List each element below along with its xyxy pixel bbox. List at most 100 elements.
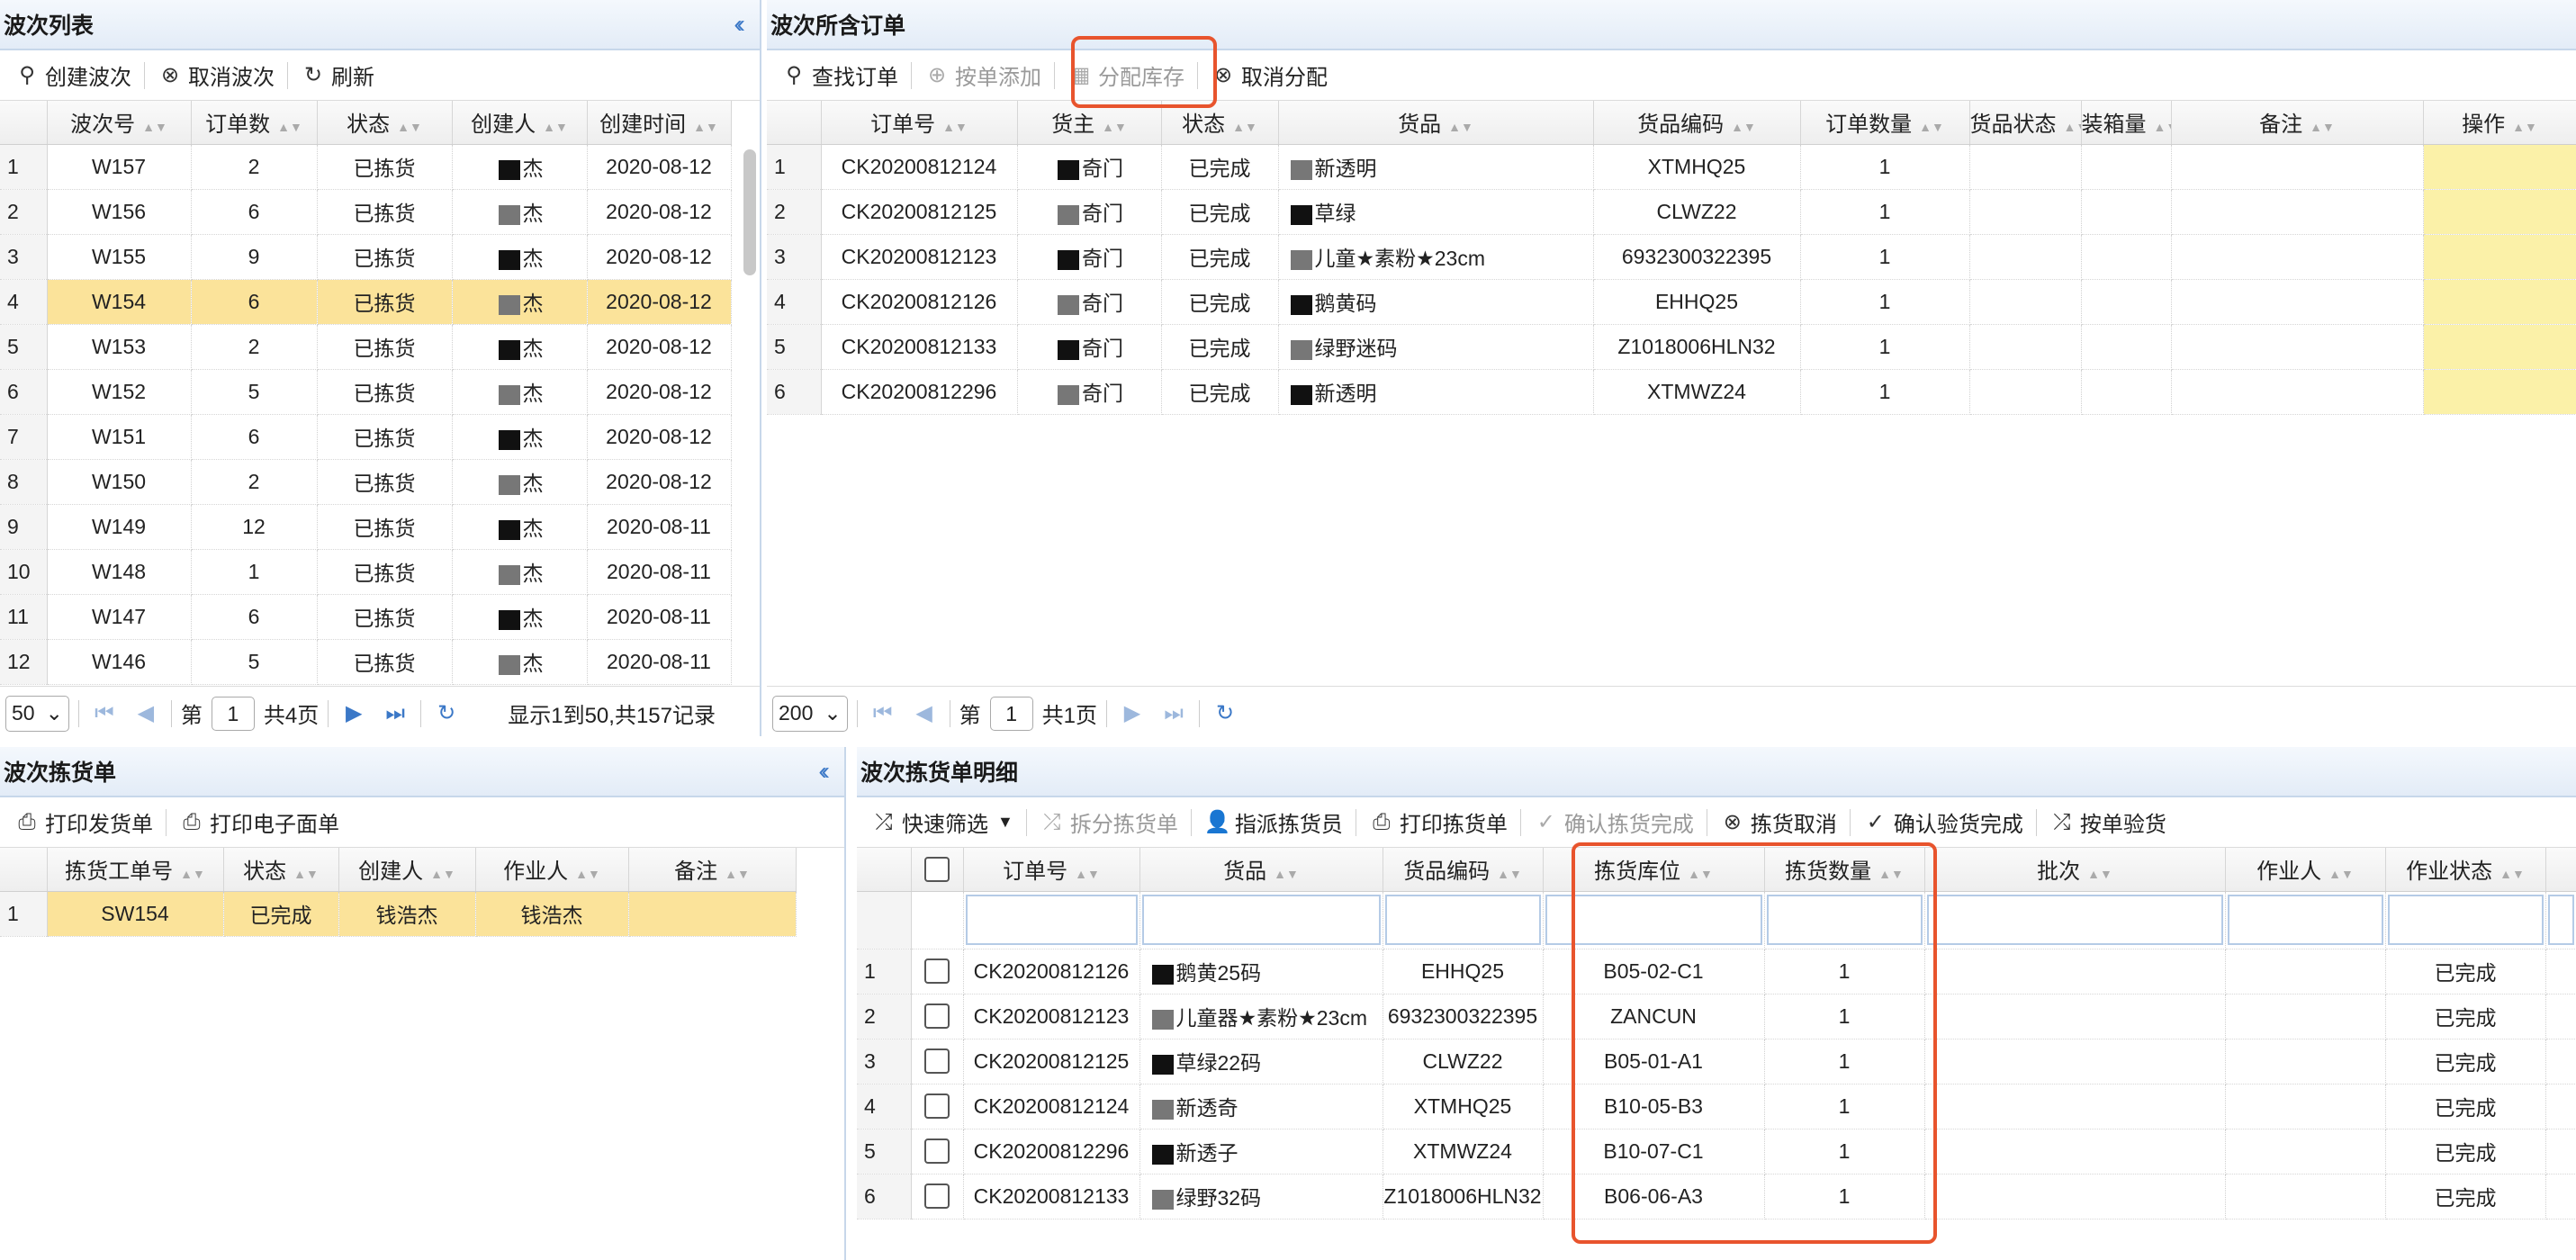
table-cell[interactable] bbox=[2423, 369, 2576, 415]
next-page-icon[interactable]: ▶ bbox=[338, 700, 370, 726]
filter-input[interactable] bbox=[1141, 895, 1381, 945]
column-header[interactable]: 备注 ▲▼ bbox=[628, 848, 797, 892]
table-row[interactable]: 8 W150 2 已拣货 杰 2020-08-12 bbox=[0, 459, 732, 505]
check-by-order-button[interactable]: ⤮ 按单验货 bbox=[2040, 802, 2175, 843]
prev-page-icon[interactable]: ◀ bbox=[130, 700, 162, 726]
filter-input[interactable] bbox=[965, 895, 1138, 945]
row-checkbox[interactable] bbox=[924, 958, 950, 985]
table-row[interactable]: 2 CK20200812125 奇门 已完成 草绿 CLWZ22 1 bbox=[767, 189, 2576, 235]
table-row[interactable]: 2 CK20200812123 儿童器★素粉★23cm 6932300322395 ZA… bbox=[857, 994, 2576, 1040]
filter-input[interactable] bbox=[2227, 895, 2383, 945]
column-header[interactable]: 创建人 ▲▼ bbox=[452, 101, 588, 145]
select-all-header[interactable] bbox=[911, 848, 964, 892]
table-row[interactable]: 12 W146 5 已拣货 杰 2020-08-11 bbox=[0, 639, 732, 685]
table-row[interactable]: 9 W149 12 已拣货 杰 2020-08-11 bbox=[0, 504, 732, 550]
print-pick-button[interactable]: ⎙ 打印拣货单 bbox=[1360, 802, 1517, 843]
filter-input[interactable] bbox=[1926, 895, 2223, 945]
assign-picker-button[interactable]: 👤 指派拣货员 bbox=[1195, 802, 1352, 843]
table-row[interactable]: 2 W156 6 已拣货 杰 2020-08-12 bbox=[0, 189, 732, 235]
page-number-input[interactable]: 1 bbox=[211, 696, 255, 731]
column-header[interactable]: 拣货数量 ▲▼ bbox=[1764, 848, 1925, 892]
column-header[interactable]: 状态 ▲▼ bbox=[1161, 101, 1279, 145]
table-cell[interactable] bbox=[2423, 324, 2576, 370]
last-page-icon[interactable]: ⏭ bbox=[379, 701, 411, 726]
column-header[interactable]: 备注 ▲▼ bbox=[2171, 101, 2424, 145]
column-header[interactable]: 创建时间 ▲▼ bbox=[587, 101, 732, 145]
filter-input[interactable] bbox=[2387, 895, 2544, 945]
filter-input[interactable] bbox=[1545, 895, 1762, 945]
quick-filter-button[interactable]: ⤮ 快速筛选 ▼ bbox=[862, 802, 1022, 843]
reload-icon[interactable]: ↻ bbox=[1209, 700, 1241, 726]
table-row[interactable]: 1 SW154 已完成 钱浩杰 钱浩杰 bbox=[0, 891, 797, 937]
table-cell[interactable] bbox=[2423, 144, 2576, 190]
table-row[interactable]: 3 CK20200812123 奇门 已完成 儿童★素粉★23cm 69323003223… bbox=[767, 234, 2576, 280]
row-checkbox[interactable] bbox=[924, 1094, 950, 1120]
column-header[interactable]: 作业人 ▲▼ bbox=[2225, 848, 2386, 892]
confirm-pick-button[interactable]: ✓ 确认拣货完成 bbox=[1525, 802, 1703, 843]
vertical-scrollbar[interactable] bbox=[743, 149, 756, 275]
column-header[interactable]: 订单号 ▲▼ bbox=[821, 101, 1018, 145]
column-header[interactable]: 货品 ▲▼ bbox=[1278, 101, 1594, 145]
column-header[interactable]: 批次 ▲▼ bbox=[1924, 848, 2226, 892]
row-checkbox-cell[interactable] bbox=[911, 1129, 964, 1174]
row-checkbox-cell[interactable] bbox=[911, 994, 964, 1040]
cancel-wave-button[interactable]: ⊗ 取消波次 bbox=[149, 55, 284, 96]
cancel-allocation-button[interactable]: ⊗ 取消分配 bbox=[1202, 55, 1337, 96]
row-checkbox-cell[interactable] bbox=[911, 1174, 964, 1220]
table-row[interactable]: 4 CK20200812126 奇门 已完成 鹅黄码 EHHQ25 1 bbox=[767, 279, 2576, 325]
table-row[interactable]: 3 CK20200812125 草绿22码 CLWZ22 B05-01-A1 1 已完成 bbox=[857, 1039, 2576, 1084]
page-number-input[interactable]: 1 bbox=[989, 696, 1033, 731]
create-wave-button[interactable]: ⚲ 创建波次 bbox=[5, 55, 140, 96]
column-header[interactable]: 货品状态 ▲▼ bbox=[1969, 101, 2082, 145]
column-header[interactable]: 订单数 ▲▼ bbox=[191, 101, 318, 145]
print-delivery-button[interactable]: ⎙ 打印发货单 bbox=[5, 802, 162, 843]
table-cell[interactable] bbox=[2423, 189, 2576, 235]
column-header[interactable]: 波次号 ▲▼ bbox=[47, 101, 192, 145]
first-page-icon[interactable]: ⏮ bbox=[88, 701, 121, 726]
find-order-button[interactable]: ⚲ 查找订单 bbox=[772, 55, 907, 96]
column-header[interactable]: 拣货库位 ▲▼ bbox=[1543, 848, 1765, 892]
table-row[interactable]: 11 W147 6 已拣货 杰 2020-08-11 bbox=[0, 594, 732, 640]
row-checkbox[interactable] bbox=[924, 1138, 950, 1165]
table-row[interactable]: 6 CK20200812133 绿野32码 Z1018006HLN32 B06-06-A… bbox=[857, 1174, 2576, 1220]
collapse-left-icon[interactable]: ‹‹ bbox=[818, 757, 833, 786]
row-checkbox-cell[interactable] bbox=[911, 1084, 964, 1130]
row-checkbox[interactable] bbox=[924, 1048, 950, 1075]
column-header[interactable]: 拣货工单号 ▲▼ bbox=[47, 848, 224, 892]
cancel-pick-button[interactable]: ⊗ 拣货取消 bbox=[1711, 802, 1846, 843]
filter-input[interactable] bbox=[1384, 895, 1541, 945]
table-cell[interactable] bbox=[2423, 234, 2576, 280]
first-page-icon[interactable]: ⏮ bbox=[867, 701, 899, 726]
column-header[interactable]: 状态 ▲▼ bbox=[317, 101, 453, 145]
table-row[interactable]: 1 CK20200812126 鹅黄25码 EHHQ25 B05-02-C1 1 已完成 bbox=[857, 949, 2576, 994]
table-row[interactable]: 5 W153 2 已拣货 杰 2020-08-12 bbox=[0, 324, 732, 370]
filter-input[interactable] bbox=[1766, 895, 1923, 945]
table-row[interactable]: 4 CK20200812124 新透奇 XTMHQ25 B10-05-B3 1 已完成 bbox=[857, 1084, 2576, 1130]
column-header[interactable]: 订单数量 ▲▼ bbox=[1800, 101, 1970, 145]
column-header[interactable]: 货主 ▲▼ bbox=[1017, 101, 1162, 145]
column-header[interactable]: 装箱量 ▲▼ bbox=[2081, 101, 2172, 145]
column-header[interactable]: 货品 ▲▼ bbox=[1139, 848, 1383, 892]
table-row[interactable]: 7 W151 6 已拣货 杰 2020-08-12 bbox=[0, 414, 732, 460]
allocate-stock-button[interactable]: ▦ 分配库存 bbox=[1058, 55, 1193, 96]
table-row[interactable]: 4 W154 6 已拣货 杰 2020-08-12 bbox=[0, 279, 732, 325]
row-checkbox[interactable] bbox=[924, 1004, 950, 1030]
split-pick-button[interactable]: ⤮ 拆分拣货单 bbox=[1031, 802, 1187, 843]
table-row[interactable]: 1 W157 2 已拣货 杰 2020-08-12 bbox=[0, 144, 732, 190]
table-row[interactable]: 5 CK20200812133 奇门 已完成 绿野迷码 Z1018006HLN32 1 bbox=[767, 324, 2576, 370]
table-row[interactable]: 6 W152 5 已拣货 杰 2020-08-12 bbox=[0, 369, 732, 415]
column-header[interactable]: 操作 ▲▼ bbox=[2423, 101, 2576, 145]
column-header[interactable]: 货品编码 ▲▼ bbox=[1593, 101, 1801, 145]
table-row[interactable]: 10 W148 1 已拣货 杰 2020-08-11 bbox=[0, 549, 732, 595]
row-checkbox[interactable] bbox=[924, 1184, 950, 1210]
column-header[interactable]: 作业状态 ▲▼ bbox=[2385, 848, 2546, 892]
table-row[interactable]: 6 CK20200812296 奇门 已完成 新透明 XTMWZ24 1 bbox=[767, 369, 2576, 415]
column-header[interactable]: 创建人 ▲▼ bbox=[338, 848, 476, 892]
add-by-order-button[interactable]: ⊕ 按单添加 bbox=[915, 55, 1050, 96]
print-eorder-button[interactable]: ⎙ 打印电子面单 bbox=[170, 802, 348, 843]
refresh-button[interactable]: ↻ 刷新 bbox=[292, 55, 383, 96]
table-row[interactable]: 3 W155 9 已拣货 杰 2020-08-12 bbox=[0, 234, 732, 280]
column-header[interactable]: 作业人 ▲▼ bbox=[475, 848, 629, 892]
prev-page-icon[interactable]: ◀ bbox=[908, 700, 941, 726]
column-header[interactable]: 货品编码 ▲▼ bbox=[1383, 848, 1544, 892]
